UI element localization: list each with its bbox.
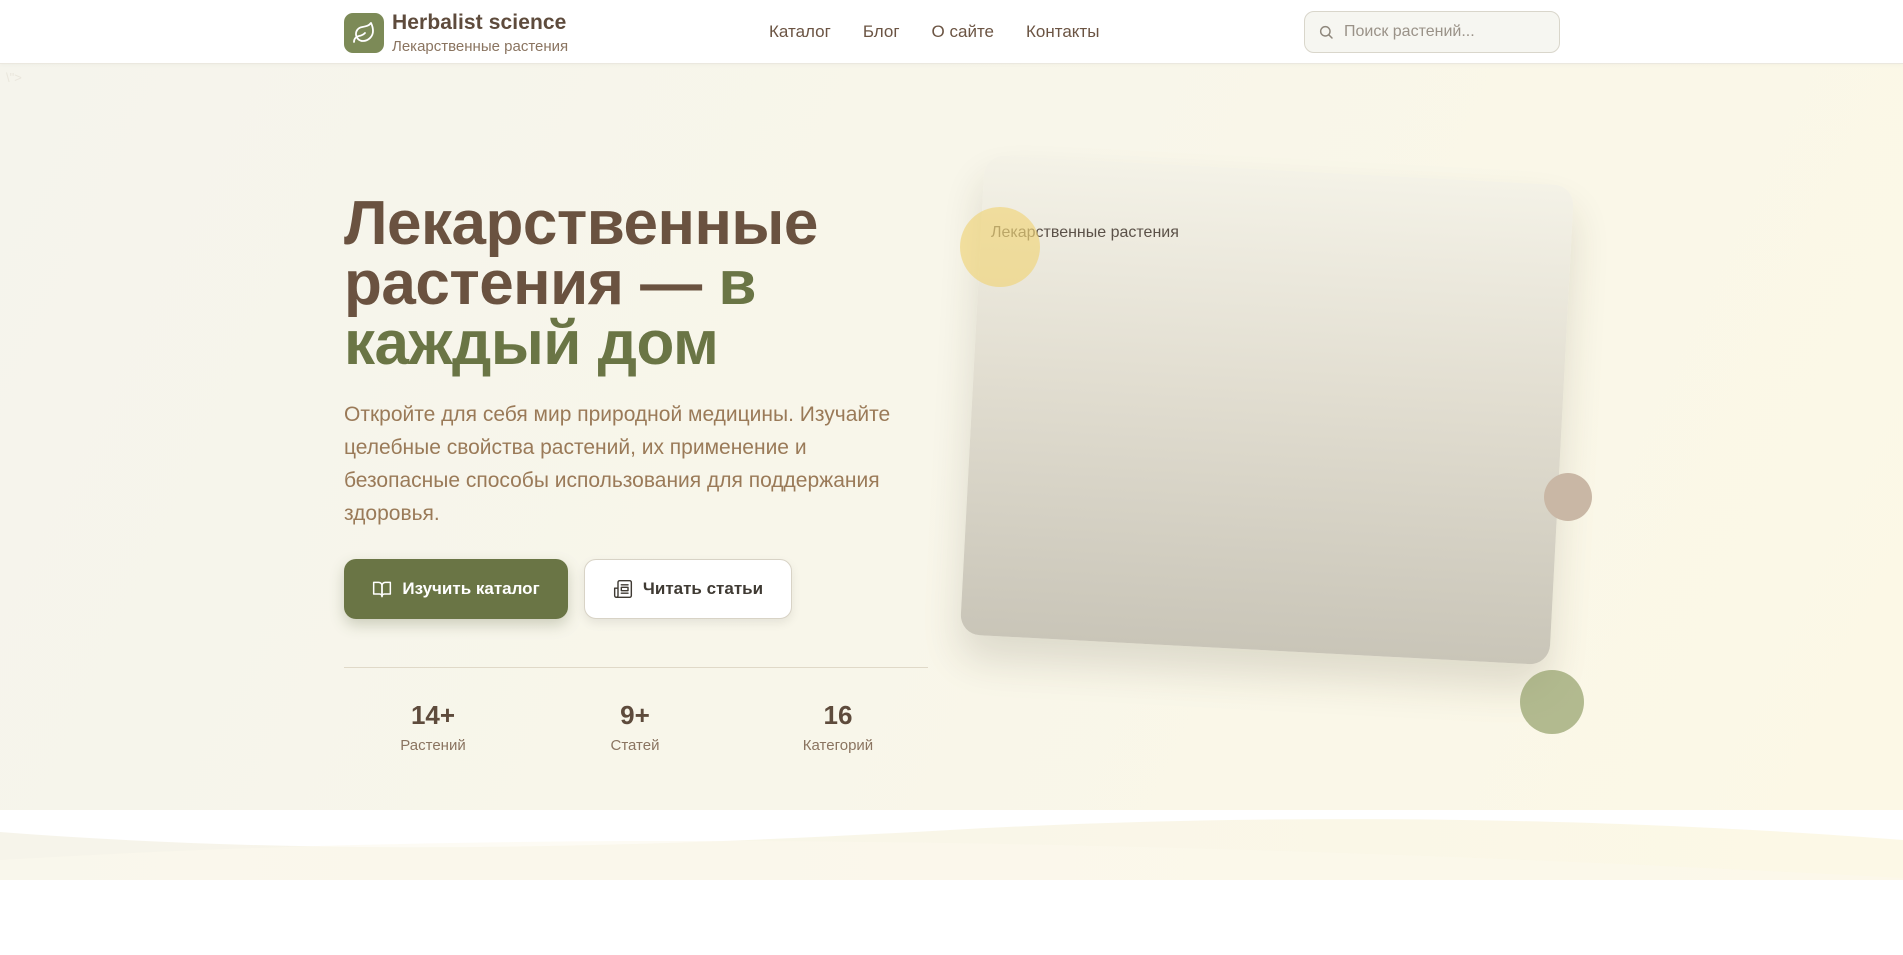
wave-divider xyxy=(0,810,1903,880)
read-articles-button[interactable]: Читать статьи xyxy=(584,559,792,619)
logo-text: Herbalist science Лекарственные растения xyxy=(392,12,568,54)
read-articles-label: Читать статьи xyxy=(642,579,764,598)
stat-categories-value: 16 xyxy=(823,700,853,730)
decor-circle-brown xyxy=(1544,473,1592,521)
nav-link-blog[interactable]: Блог xyxy=(863,22,900,42)
search-input[interactable] xyxy=(1344,23,1544,41)
stat-articles-value: 9+ xyxy=(620,700,650,730)
stat-articles-label: Статей xyxy=(610,737,660,754)
stat-plants-label: Растений xyxy=(400,737,466,754)
logo-link[interactable]: Herbalist science Лекарственные растения xyxy=(344,12,568,54)
leaf-icon xyxy=(344,13,384,53)
stray-markup-text: \"> xyxy=(6,70,22,85)
decor-circle-yellow xyxy=(960,207,1040,287)
nav-link-contacts[interactable]: Контакты xyxy=(1026,22,1099,42)
stat-plants-value: 14+ xyxy=(410,700,456,730)
hero-section: \"> Лекарственные растения — в каждый до… xyxy=(0,64,1903,880)
nav-link-catalog[interactable]: Каталог xyxy=(769,22,831,42)
search-icon xyxy=(1318,24,1334,40)
nav-link-about[interactable]: О сайте xyxy=(932,22,994,42)
explore-catalog-button[interactable]: Изучить каталог xyxy=(344,559,568,619)
stats-divider xyxy=(344,667,928,668)
stat-categories: 16 Категорий xyxy=(778,700,898,754)
logo-title: Herbalist science xyxy=(392,11,567,34)
stat-articles: 9+ Статей xyxy=(575,700,695,754)
decor-circle-green xyxy=(1520,670,1584,734)
stat-categories-label: Категорий xyxy=(802,737,874,754)
main-nav: Каталог Блог О сайте Контакты xyxy=(769,0,1099,64)
newspaper-icon xyxy=(613,579,633,599)
hero-description: Откройте для себя мир природной медицины… xyxy=(344,403,891,525)
next-section xyxy=(0,880,1903,955)
book-icon xyxy=(372,579,392,599)
search-box xyxy=(1304,11,1560,53)
hero-title: Лекарственные растения — в каждый дом xyxy=(344,193,904,375)
stat-plants: 14+ Растений xyxy=(373,700,493,754)
site-header: Herbalist science Лекарственные растения… xyxy=(0,0,1903,64)
logo-subtitle: Лекарственные растения xyxy=(392,38,569,55)
explore-catalog-label: Изучить каталог xyxy=(402,579,540,598)
